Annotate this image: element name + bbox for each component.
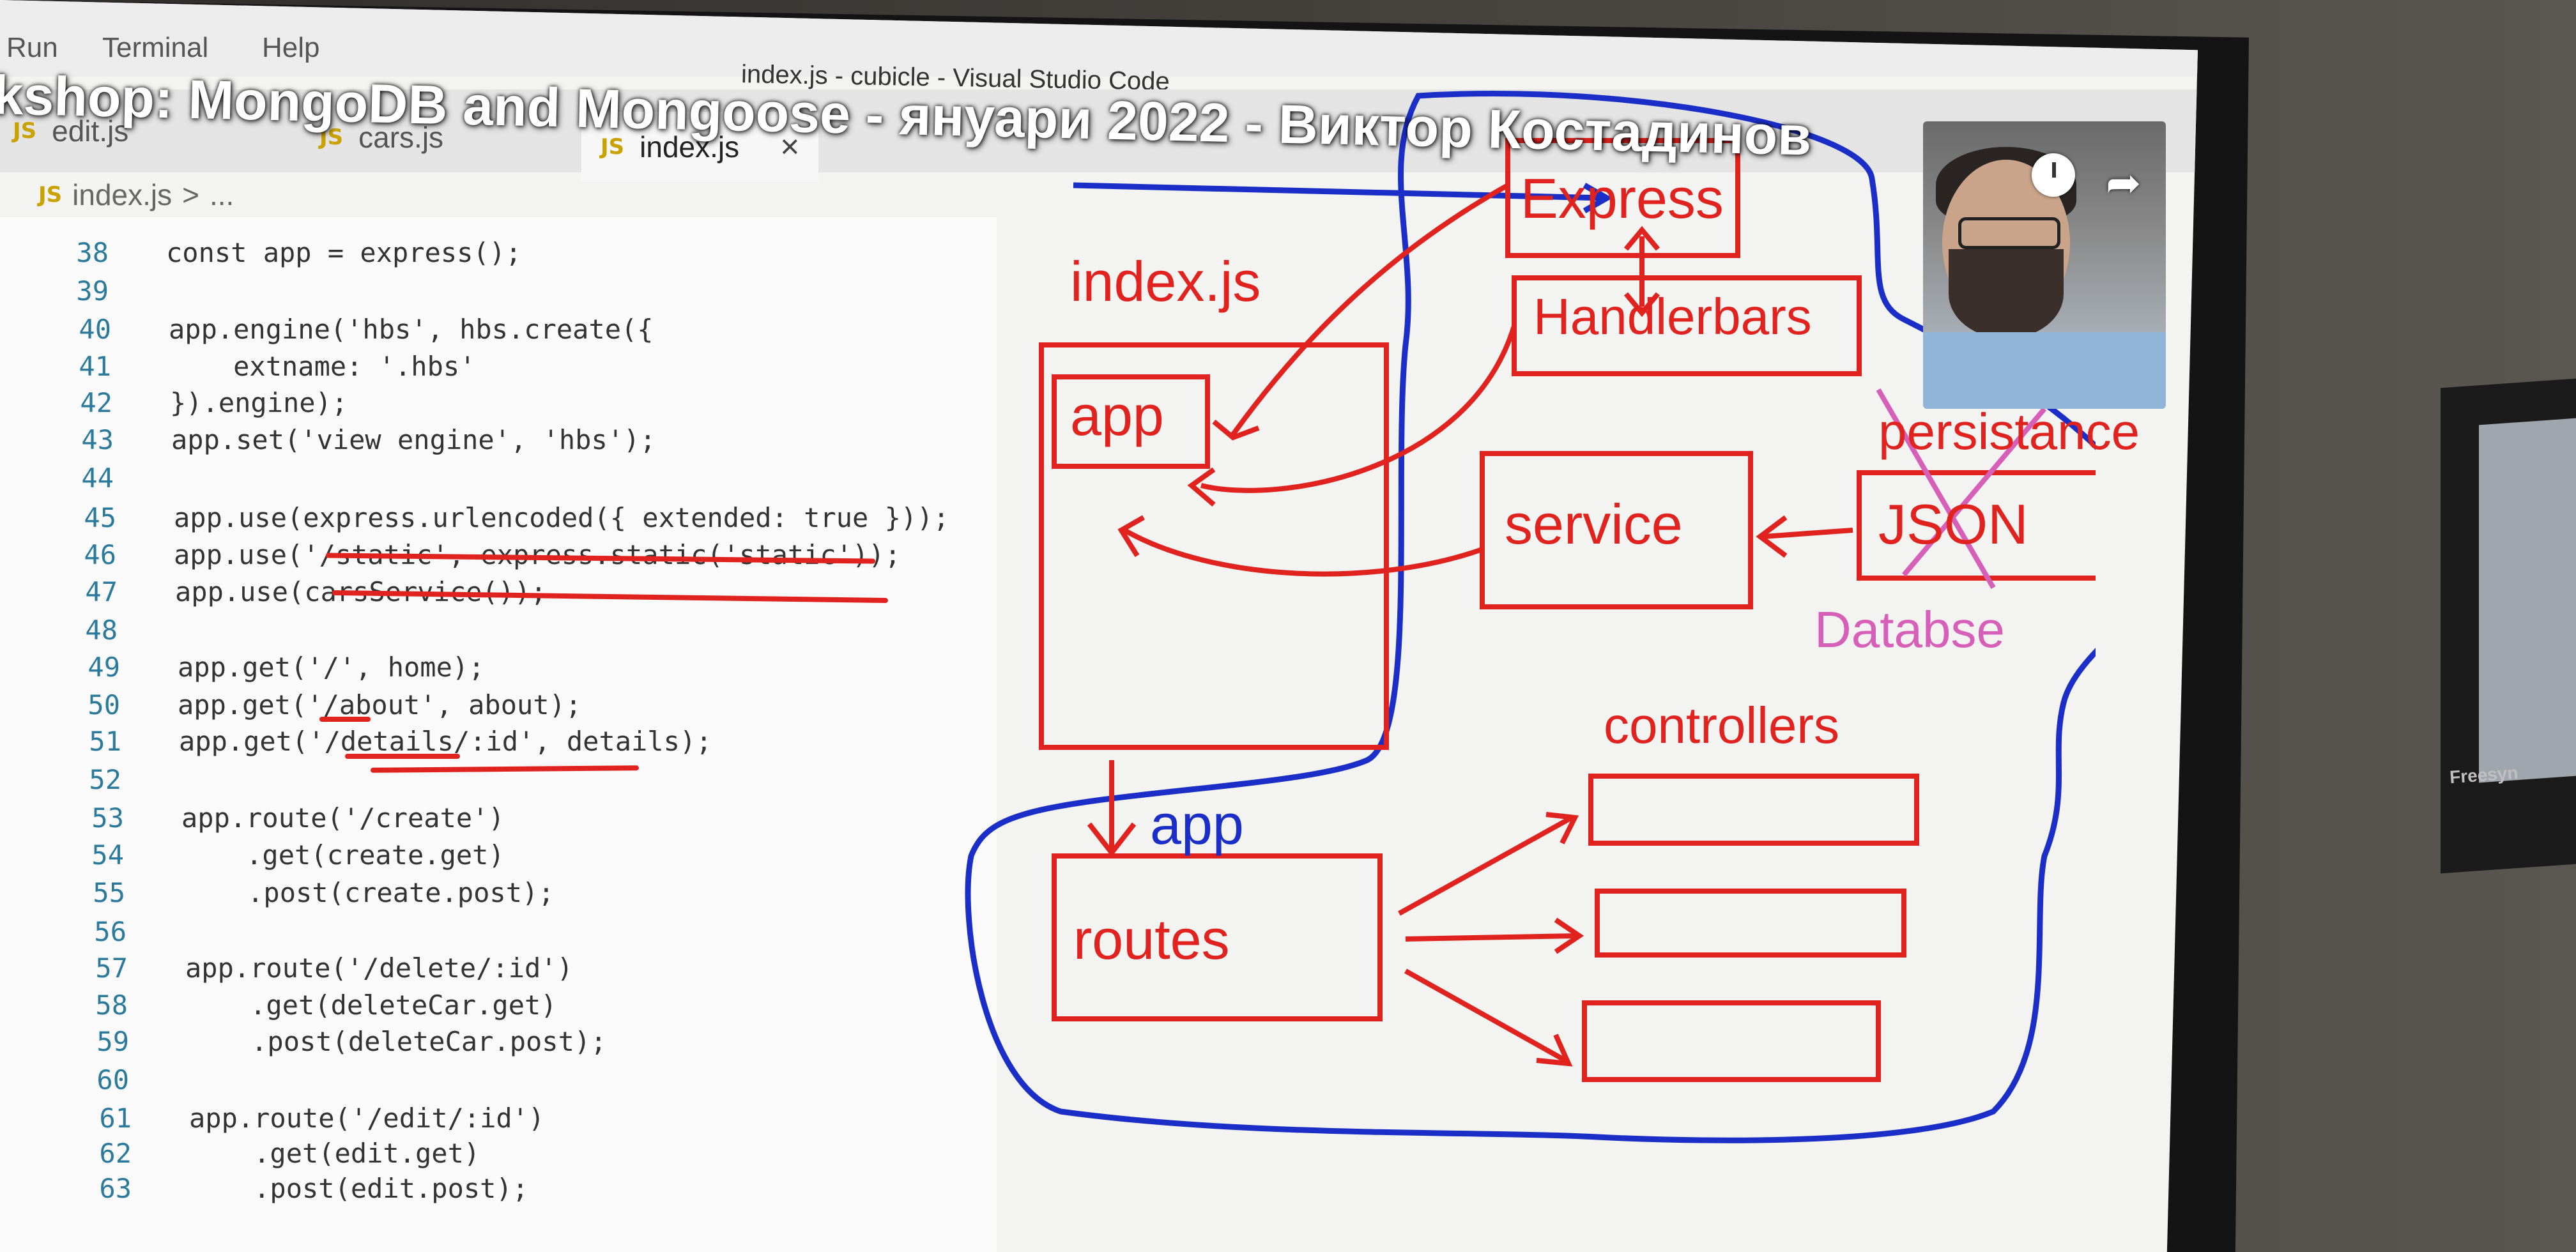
- code-line: 62 .get(edit.get): [99, 1137, 480, 1169]
- menu-run[interactable]: Run: [6, 32, 58, 64]
- second-monitor-brand-label: Freesyn: [2449, 762, 2519, 788]
- code-line: 40 app.engine('hbs', hbs.create({: [79, 313, 654, 345]
- presenter-shirt: [1923, 332, 2166, 409]
- presenter-glasses: [1958, 217, 2060, 249]
- breadcrumb-file[interactable]: index.js: [72, 178, 172, 212]
- express-to-app-arrow: [1230, 183, 1509, 436]
- app-label: app: [1070, 384, 1164, 447]
- routes-to-controller-arrow: [1398, 815, 1573, 916]
- code-line: 58 .get(deleteCar.get): [95, 989, 557, 1021]
- share-icon[interactable]: ➦: [2106, 158, 2141, 208]
- code-line: 54 .get(create.get): [91, 839, 505, 871]
- code-line: 48: [85, 614, 118, 646]
- routes-to-controller-arrow: [1405, 933, 1579, 942]
- code-line: 43 app.set('view engine', 'hbs');: [81, 424, 656, 455]
- javascript-file-icon: JS: [38, 182, 63, 208]
- express-label: Express: [1521, 167, 1724, 230]
- code-line: 63 .post(edit.post);: [99, 1172, 529, 1204]
- json-label: JSON: [1878, 492, 2028, 556]
- controllers-label: controllers: [1604, 697, 1840, 754]
- controller-box: [1588, 774, 1919, 846]
- indexjs-label: index.js: [1070, 250, 1261, 313]
- presenter-beard: [1949, 249, 2064, 339]
- code-line: 56: [94, 915, 126, 947]
- code-line: 44: [81, 462, 114, 494]
- handlebars-label: Handlerbars: [1533, 288, 1812, 345]
- code-line: 52: [89, 763, 121, 795]
- annotation-underline: [370, 765, 640, 773]
- code-line: 38 const app = express();: [76, 236, 522, 268]
- watch-later-icon[interactable]: [2032, 153, 2075, 197]
- code-line: 45 app.use(express.urlencoded({ extended:…: [84, 501, 949, 533]
- annotation-underline: [345, 754, 460, 759]
- service-to-app-arrow: [1123, 528, 1483, 577]
- json-to-service-arrow: [1763, 528, 1853, 539]
- code-line: 49 app.get('/', home);: [88, 651, 485, 683]
- service-label: service: [1505, 492, 1683, 556]
- breadcrumb: JS index.js > ...: [38, 172, 234, 217]
- breadcrumb-separator: >: [182, 178, 199, 211]
- menu-help[interactable]: Help: [262, 32, 320, 64]
- handlebars-to-app-arrow: [1200, 324, 1517, 493]
- code-line: 53 app.route('/create'): [91, 802, 505, 834]
- code-line: 60: [96, 1064, 129, 1096]
- vscode-window: Run Terminal Help index.js - cubicle - V…: [0, 0, 2198, 1252]
- code-line: 61 app.route('/edit/:id'): [99, 1102, 545, 1134]
- persistance-label: persistance: [1878, 403, 2140, 460]
- routes-to-controller-arrow: [1404, 968, 1567, 1063]
- routes-label: routes: [1073, 908, 1230, 971]
- controller-box: [1582, 1000, 1881, 1082]
- code-line: 57 app.route('/delete/:id'): [95, 952, 573, 984]
- code-line: 50 app.get('/about', about);: [88, 689, 582, 721]
- code-line: 55 .post(create.post);: [93, 876, 555, 908]
- code-line: 42}).engine);: [80, 386, 348, 418]
- menu-terminal[interactable]: Terminal: [102, 32, 208, 64]
- breadcrumb-rest[interactable]: ...: [210, 178, 234, 212]
- code-line: 41 extname: '.hbs': [79, 350, 476, 382]
- second-monitor-screen: [2479, 418, 2576, 783]
- code-line: 39: [76, 275, 109, 307]
- app-arrow-label: app: [1150, 793, 1244, 856]
- database-label: Databse: [1814, 601, 2005, 658]
- code-line: 59 .post(deleteCar.post);: [96, 1025, 607, 1057]
- controller-box: [1595, 889, 1906, 958]
- code-editor[interactable]: 38 const app = express(); 39 40 app.engine…: [0, 217, 997, 1252]
- annotation-underline: [319, 717, 371, 722]
